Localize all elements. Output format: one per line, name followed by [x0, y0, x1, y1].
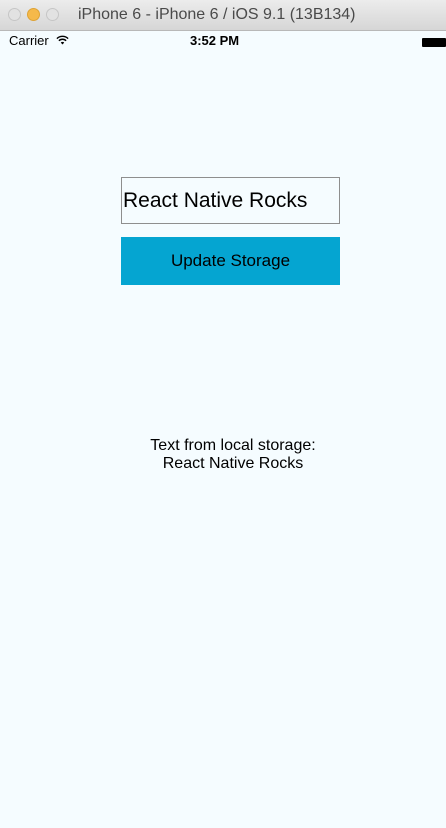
storage-output: Text from local storage: React Native Ro…	[0, 437, 446, 473]
simulator-title-bar: iPhone 6 - iPhone 6 / iOS 9.1 (13B134)	[0, 0, 446, 31]
status-time: 3:52 PM	[190, 33, 240, 48]
update-storage-button[interactable]: Update Storage	[121, 237, 340, 285]
window-title: iPhone 6 - iPhone 6 / iOS 9.1 (13B134)	[78, 6, 356, 23]
zoom-window-button[interactable]	[46, 8, 59, 21]
minimize-window-button[interactable]	[27, 8, 40, 21]
carrier-indicator: Carrier	[9, 33, 69, 48]
carrier-label: Carrier	[9, 33, 49, 48]
storage-label: Text from local storage:	[150, 437, 316, 454]
storage-value: React Native Rocks	[162, 455, 304, 472]
wifi-icon	[56, 34, 69, 48]
storage-text-input[interactable]	[121, 177, 340, 224]
close-window-button[interactable]	[8, 8, 21, 21]
ios-status-bar: Carrier 3:52 PM	[0, 31, 446, 51]
battery-icon	[422, 38, 446, 47]
